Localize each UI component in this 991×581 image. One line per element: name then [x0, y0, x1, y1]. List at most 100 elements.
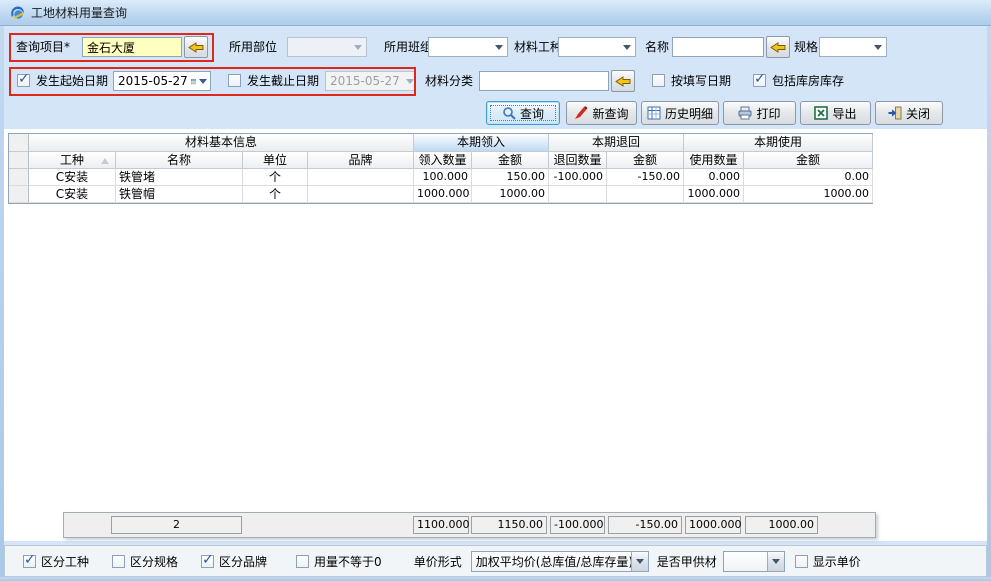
summary-row-count: 2 [111, 516, 242, 534]
distinguish-spec-label: 区分规格 [130, 553, 178, 570]
summary-return-amount: -150.00 [608, 516, 682, 534]
table-list-icon [647, 106, 661, 120]
column-header-return-qty[interactable]: 退回数量 [549, 152, 607, 169]
bottom-options-bar: 区分工种 区分规格 区分品牌 用量不等于0 单价形式 加权平均价(总库值/总库存… [4, 545, 987, 577]
craft-combo[interactable] [558, 37, 636, 57]
end-date-picker: 2015-05-27 [325, 71, 415, 91]
spec-label: 规格 [794, 37, 818, 57]
column-header-brand[interactable]: 品牌 [308, 152, 414, 169]
distinguish-craft-checkbox[interactable] [23, 555, 36, 568]
window-border-bottom [0, 577, 991, 581]
print-button[interactable]: 打印 [723, 101, 796, 125]
project-picker-button[interactable] [184, 36, 208, 58]
new-query-icon [574, 106, 588, 120]
search-icon [502, 106, 516, 120]
show-unit-price-label: 显示单价 [813, 553, 861, 570]
price-form-combo[interactable]: 加权平均价(总库值/总库存量) [471, 551, 649, 572]
titlebar: 工地材料用量查询 [0, 0, 991, 26]
project-label: 查询项目* [16, 37, 70, 57]
start-date-value: 2015-05-27 [118, 74, 188, 88]
hand-picker-icon [770, 41, 786, 54]
summary-in-qty: 1100.000 [413, 516, 469, 534]
column-header-craft[interactable]: 工种 [29, 152, 116, 169]
window-title: 工地材料用量查询 [31, 4, 127, 21]
printer-icon [738, 106, 752, 120]
start-date-label: 发生起始日期 [36, 71, 108, 91]
export-button[interactable]: 导出 [800, 101, 871, 125]
row-indicator [9, 186, 29, 203]
chevron-down-icon [350, 38, 366, 56]
materials-grid: 材料基本信息 本期领入 本期退回 本期使用 工种 名称 单位 品牌 领入数量 金… [8, 133, 873, 204]
owner-supply-label: 是否甲供材 [657, 553, 717, 570]
distinguish-brand-checkbox[interactable] [201, 555, 214, 568]
usage-nonzero-checkbox[interactable] [296, 555, 309, 568]
column-header-use-amount[interactable]: 金额 [744, 152, 873, 169]
group-header-basic-info[interactable]: 材料基本信息 [29, 134, 414, 152]
category-input[interactable] [479, 71, 609, 91]
project-input[interactable] [82, 37, 182, 57]
by-fill-date-checkbox[interactable] [652, 74, 665, 87]
by-fill-date-label: 按填写日期 [671, 71, 731, 91]
column-header-unit[interactable]: 单位 [243, 152, 308, 169]
chevron-down-icon [619, 38, 635, 56]
column-header-in-amount[interactable]: 金额 [472, 152, 549, 169]
craft-label: 材料工种 [514, 37, 562, 57]
group-header-period-in[interactable]: 本期领入 [414, 134, 549, 152]
include-stock-checkbox[interactable] [753, 74, 766, 87]
history-detail-button[interactable]: 历史明细 [641, 101, 719, 125]
summary-in-amount: 1150.00 [471, 516, 547, 534]
query-button[interactable]: 查询 [486, 101, 560, 125]
show-unit-price-checkbox[interactable] [795, 555, 808, 568]
include-stock-label: 包括库房库存 [772, 71, 844, 91]
row-indicator [9, 169, 29, 186]
summary-use-qty: 1000.000 [685, 516, 741, 534]
usage-nonzero-label: 用量不等于0 [314, 553, 382, 570]
summary-use-amount: 1000.00 [745, 516, 818, 534]
new-query-button[interactable]: 新查询 [566, 101, 637, 125]
table-row[interactable]: C安装 铁管堵 个 100.000 150.00 -100.000 -150.0… [9, 169, 873, 186]
group-header-period-use[interactable]: 本期使用 [684, 134, 873, 152]
column-header-use-qty[interactable]: 使用数量 [684, 152, 744, 169]
window-border-left [0, 0, 4, 581]
end-date-value: 2015-05-27 [330, 74, 400, 88]
distinguish-spec-checkbox[interactable] [112, 555, 125, 568]
column-header-in-qty[interactable]: 领入数量 [414, 152, 472, 169]
hand-picker-icon [615, 75, 631, 88]
chevron-down-icon [491, 38, 507, 56]
start-date-picker[interactable]: 2015-05-27 [113, 71, 211, 91]
app-icon [9, 5, 25, 21]
grid-column-header-row: 工种 名称 单位 品牌 领入数量 金额 退回数量 金额 使用数量 金额 [9, 152, 873, 169]
chevron-down-icon [631, 552, 648, 571]
column-header-name[interactable]: 名称 [116, 152, 243, 169]
start-date-checkbox[interactable] [17, 74, 30, 87]
summary-strip: 2 1100.000 1150.00 -100.000 -150.00 1000… [63, 512, 876, 538]
exit-door-icon [888, 106, 902, 120]
group-header-period-return[interactable]: 本期退回 [549, 134, 684, 152]
table-row[interactable]: C安装 铁管帽 个 1000.000 1000.00 1000.000 1000… [9, 186, 873, 203]
distinguish-craft-label: 区分工种 [41, 553, 89, 570]
end-date-checkbox[interactable] [228, 74, 241, 87]
sort-asc-icon [101, 158, 109, 164]
spec-combo[interactable] [819, 37, 887, 57]
close-button[interactable]: 关闭 [875, 101, 943, 125]
app-window: 工地材料用量查询 查询项目* 所用部位 所用班组 材料工种 名称 规格 发生起始… [0, 0, 991, 581]
summary-return-qty: -100.000 [550, 516, 605, 534]
distinguish-brand-label: 区分品牌 [219, 553, 267, 570]
chevron-down-icon [199, 79, 207, 84]
excel-export-icon [814, 106, 828, 120]
owner-supply-combo[interactable] [723, 551, 785, 572]
part-label: 所用部位 [229, 37, 277, 57]
name-label: 名称 [645, 37, 669, 57]
category-picker-button[interactable] [611, 70, 635, 92]
hand-picker-icon [188, 41, 204, 54]
price-form-value: 加权平均价(总库值/总库存量) [472, 553, 631, 570]
name-input[interactable] [672, 37, 764, 57]
part-combo[interactable] [287, 37, 367, 57]
team-combo[interactable] [428, 37, 508, 57]
column-header-return-amount[interactable]: 金额 [607, 152, 684, 169]
name-picker-button[interactable] [766, 36, 790, 58]
chevron-down-icon [767, 552, 784, 571]
end-date-label: 发生截止日期 [247, 71, 319, 91]
window-border-right [987, 0, 991, 581]
category-label: 材料分类 [425, 71, 473, 91]
